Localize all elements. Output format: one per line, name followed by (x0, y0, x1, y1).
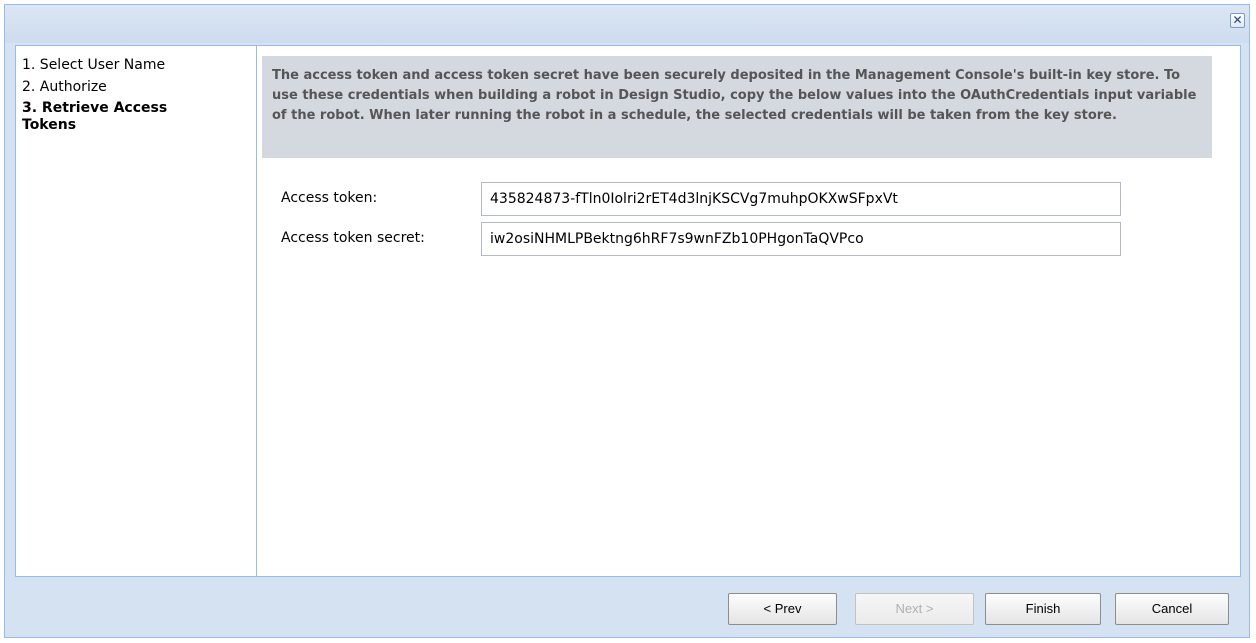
access-token-label: Access token: (281, 190, 378, 206)
wizard-content: The access token and access token secret… (257, 46, 1240, 576)
access-token-secret-field[interactable] (481, 222, 1121, 256)
cancel-button[interactable]: Cancel (1115, 593, 1229, 625)
wizard-steps: 1. Select User Name 2. Authorize 3. Retr… (16, 46, 257, 576)
next-button[interactable]: Next > (855, 593, 974, 625)
prev-button[interactable]: < Prev (728, 593, 837, 625)
wizard-body: 1. Select User Name 2. Authorize 3. Retr… (15, 45, 1241, 577)
access-token-field[interactable] (481, 182, 1121, 216)
step-select-user-name: 1. Select User Name (22, 57, 166, 73)
info-message: The access token and access token secret… (262, 56, 1212, 158)
finish-button[interactable]: Finish (985, 593, 1101, 625)
oauth-wizard-dialog: ✕ 1. Select User Name 2. Authorize 3. Re… (4, 4, 1250, 638)
access-token-secret-label: Access token secret: (281, 230, 425, 246)
step-retrieve-access-tokens: 3. Retrieve Access Tokens (22, 100, 168, 133)
dialog-footer: < Prev Next > Finish Cancel (5, 580, 1249, 637)
dialog-titlebar: ✕ (5, 5, 1249, 43)
step-authorize: 2. Authorize (22, 79, 107, 95)
close-icon[interactable]: ✕ (1230, 13, 1245, 28)
